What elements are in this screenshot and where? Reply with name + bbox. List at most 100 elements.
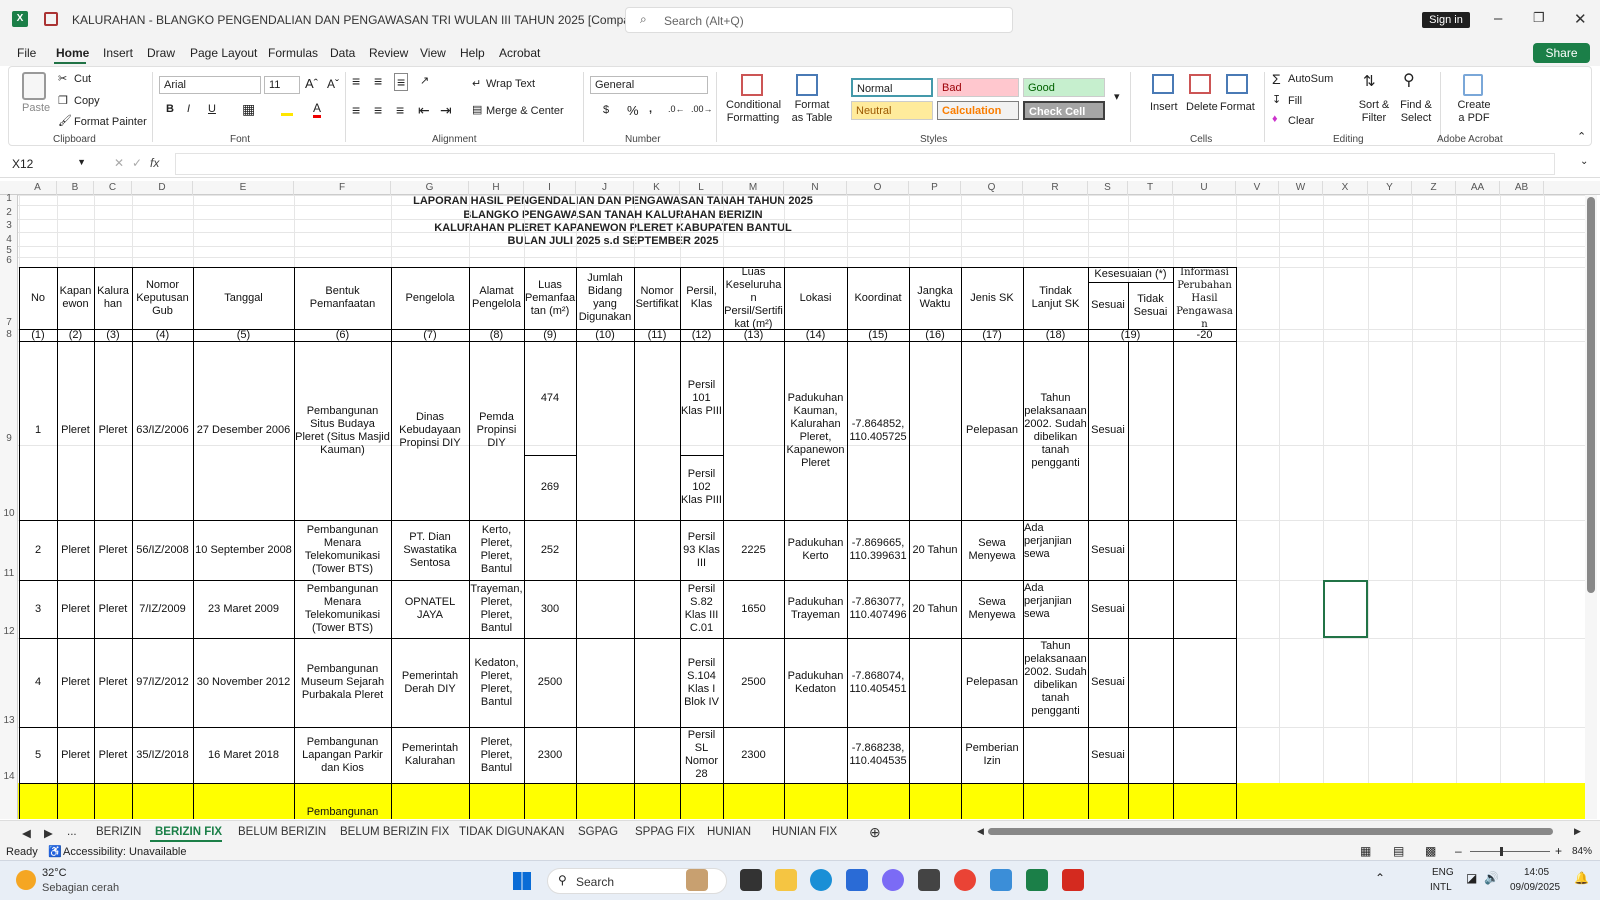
row-header[interactable]: 1 — [0, 193, 18, 204]
column-header[interactable]: J — [576, 181, 634, 195]
tab-view[interactable]: View — [420, 46, 446, 60]
system-tray-chevron-icon[interactable]: ⌃ — [1375, 871, 1385, 885]
find-select-icon[interactable]: ⚲ — [1403, 70, 1415, 90]
column-title[interactable]: Jangka Waktu — [909, 267, 961, 329]
notification-bell-icon[interactable]: 🔔 — [1574, 871, 1589, 885]
column-title[interactable]: No — [19, 267, 57, 329]
data-cell[interactable]: Pleret — [94, 727, 132, 783]
column-number[interactable]: (13) — [723, 329, 784, 341]
column-header[interactable]: G — [391, 181, 469, 195]
data-cell[interactable]: 20 Tahun — [909, 580, 961, 638]
name-box-dropdown-icon[interactable]: ▼ — [77, 157, 86, 167]
data-cell[interactable]: Sesuai — [1088, 520, 1128, 580]
column-title[interactable]: Koordinat — [847, 267, 909, 329]
data-cell[interactable]: 30 November 2012 — [193, 638, 294, 727]
column-number[interactable]: -20 — [1173, 329, 1236, 341]
data-cell[interactable]: Pleret — [94, 580, 132, 638]
data-cell[interactable]: 56/IZ/2008 — [132, 520, 193, 580]
data-cell[interactable]: Pleret — [94, 341, 132, 520]
data-cell[interactable]: 300 — [524, 580, 576, 638]
sign-in-button[interactable]: Sign in — [1422, 12, 1470, 28]
sheet-tab-more[interactable]: ... — [67, 826, 77, 838]
tab-review[interactable]: Review — [369, 46, 408, 60]
data-cell[interactable]: Sewa Menyewa — [961, 580, 1023, 638]
column-header[interactable]: R — [1023, 181, 1088, 195]
sheet-tab-berizin[interactable]: BERIZIN — [96, 826, 141, 838]
align-center-icon[interactable]: ≡ — [374, 102, 382, 118]
sheet-tab-belum-berizin-fix[interactable]: BELUM BERIZIN FIX — [340, 826, 449, 838]
column-header[interactable]: F — [294, 181, 391, 195]
tab-file[interactable]: File — [17, 46, 36, 60]
data-cell[interactable]: 4 — [19, 638, 57, 727]
weather-icon[interactable] — [16, 870, 36, 890]
row-header[interactable]: 14 — [0, 771, 18, 782]
column-header[interactable]: T — [1128, 181, 1173, 195]
fill-button[interactable]: Fill — [1288, 95, 1302, 107]
normal-view-icon[interactable]: ▦ — [1360, 844, 1371, 858]
data-cell[interactable]: 1 — [19, 341, 57, 520]
style-neutral[interactable]: Neutral — [851, 101, 933, 120]
data-cell[interactable]: Persil 101 Klas PIII — [680, 341, 723, 455]
copy-icon[interactable]: ❐ — [58, 94, 68, 107]
worksheet-grid[interactable]: LAPORAN HASIL PENGENDALIAN DAN PENGAWASA… — [18, 195, 1588, 819]
data-cell[interactable]: 2225 — [723, 520, 784, 580]
column-header[interactable]: AA — [1456, 181, 1500, 195]
styles-more-icon[interactable]: ▾ — [1114, 90, 1120, 103]
clock-time[interactable]: 14:05 — [1524, 867, 1549, 878]
data-cell[interactable]: Sewa Menyewa — [961, 520, 1023, 580]
data-cell[interactable] — [723, 341, 784, 520]
data-cell[interactable]: Pembangunan Situs Budaya Pleret (Situs M… — [294, 341, 391, 520]
column-header[interactable]: Q — [961, 181, 1023, 195]
clear-button[interactable]: Clear — [1288, 115, 1314, 127]
comma-style-icon[interactable]: , — [649, 103, 652, 115]
data-cell[interactable]: Pembangunan Menara Telekomunikasi (Tower… — [294, 580, 391, 638]
style-good[interactable]: Good — [1023, 78, 1105, 97]
data-cell[interactable]: 97/IZ/2012 — [132, 638, 193, 727]
formula-input[interactable] — [175, 153, 1555, 175]
maximize-icon[interactable]: ❐ — [1533, 10, 1545, 26]
sheet-tab-berizin-fix[interactable]: BERIZIN FIX — [155, 826, 222, 838]
row-header[interactable]: 9 — [0, 433, 18, 444]
insert-cells-button[interactable]: Insert — [1150, 101, 1178, 113]
align-top-icon[interactable]: ≡ — [352, 73, 360, 89]
data-cell[interactable]: 35/IZ/2018 — [132, 727, 193, 783]
autosum-button[interactable]: AutoSum — [1288, 73, 1333, 85]
acrobat-taskbar-icon[interactable] — [1062, 869, 1084, 891]
data-cell[interactable]: 2 — [19, 520, 57, 580]
share-button[interactable]: Share — [1533, 43, 1590, 63]
column-number[interactable]: (11) — [634, 329, 680, 341]
format-cells-icon[interactable] — [1226, 74, 1248, 94]
data-cell[interactable]: -7.864852, 110.405725 — [847, 341, 909, 520]
column-title[interactable]: Bentuk Pemanfaatan — [294, 267, 391, 329]
row-header[interactable]: 8 — [0, 329, 18, 340]
column-header[interactable]: X — [1323, 181, 1368, 195]
cancel-icon[interactable]: ✕ — [114, 156, 124, 170]
tab-home[interactable]: Home — [56, 46, 89, 60]
sort-filter-button[interactable]: Sort & Filter — [1354, 99, 1394, 125]
column-title[interactable]: Luas Keseluruha n Persil/Sertifi kat (m²… — [723, 267, 784, 329]
format-as-table-button[interactable]: Format as Table — [788, 99, 836, 125]
data-cell[interactable]: Persil 102 Klas PIII — [680, 455, 723, 520]
column-header[interactable]: I — [524, 181, 576, 195]
style-normal[interactable]: Normal — [851, 78, 933, 97]
sheet-tab-hunian-fix[interactable]: HUNIAN FIX — [772, 826, 837, 838]
column-header[interactable]: Z — [1412, 181, 1456, 195]
sheet-tab-hunian[interactable]: HUNIAN — [707, 826, 751, 838]
zoom-in-icon[interactable]: + — [1555, 844, 1562, 858]
data-cell[interactable]: Persil S.104 Klas I Blok IV — [680, 638, 723, 727]
copilot-icon[interactable] — [882, 869, 904, 891]
data-cell[interactable]: 1650 — [723, 580, 784, 638]
copy-button[interactable]: Copy — [74, 95, 100, 107]
tab-acrobat[interactable]: Acrobat — [499, 46, 540, 60]
data-cell[interactable]: 63/IZ/2006 — [132, 341, 193, 520]
data-cell[interactable]: Persil 93 Klas III — [680, 520, 723, 580]
autosum-icon[interactable]: Σ — [1272, 71, 1281, 87]
format-painter-icon[interactable]: 🖌 — [58, 114, 72, 127]
data-cell[interactable]: 5 — [19, 727, 57, 783]
italic-icon[interactable]: I — [187, 103, 190, 115]
photos-icon[interactable] — [990, 869, 1012, 891]
data-cell[interactable]: Pleret — [94, 520, 132, 580]
decrease-font-icon[interactable]: Aˇ — [327, 77, 339, 91]
tab-scroll-left-icon[interactable]: ◀ — [22, 826, 31, 840]
enter-icon[interactable]: ✓ — [132, 156, 142, 170]
